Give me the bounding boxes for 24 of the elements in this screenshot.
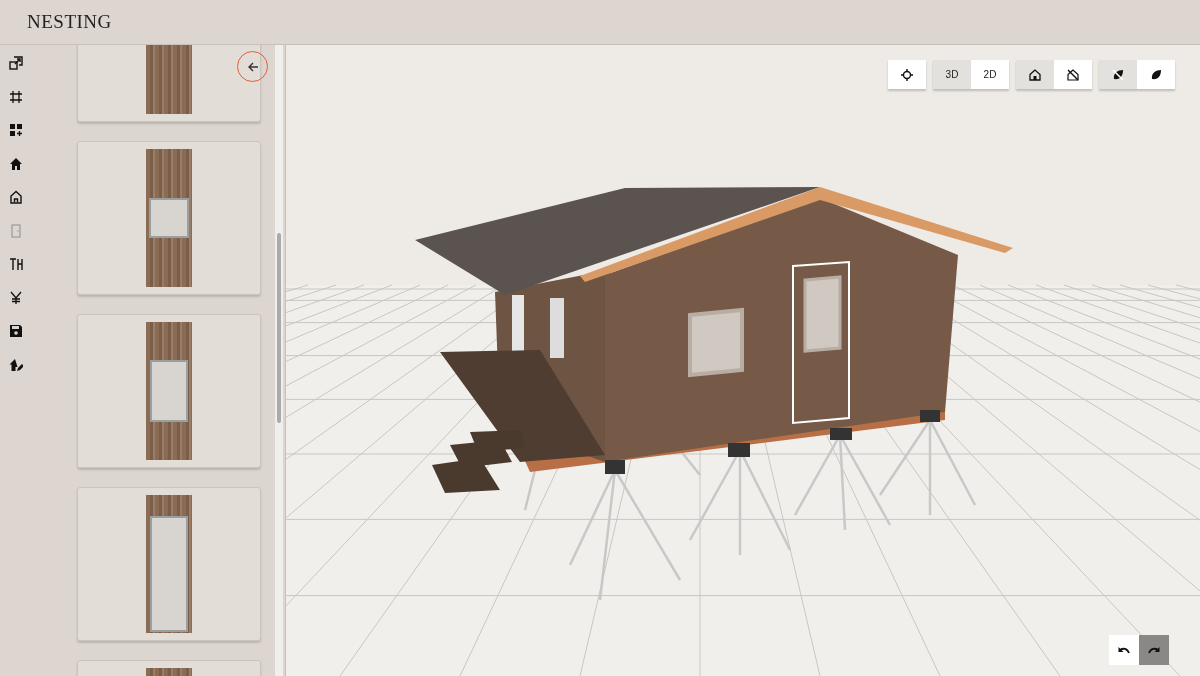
home-icon[interactable] <box>1016 60 1054 89</box>
home-outline-icon[interactable] <box>8 189 24 205</box>
wall-card[interactable] <box>77 487 261 641</box>
home-off-icon[interactable] <box>1054 60 1092 89</box>
undo-button[interactable] <box>1109 635 1139 665</box>
resize-icon[interactable] <box>8 55 24 71</box>
arrow-left-icon <box>246 60 259 73</box>
frame-icon[interactable] <box>8 88 24 105</box>
save-icon[interactable] <box>8 323 24 339</box>
undo-icon <box>1118 645 1130 655</box>
view-mode-tab[interactable]: 3D <box>933 60 971 89</box>
wall-card[interactable] <box>77 314 261 468</box>
add-grid-icon[interactable] <box>8 122 24 138</box>
locate-icon[interactable] <box>888 60 926 89</box>
view-mode-tab[interactable]: 2D <box>971 60 1009 89</box>
scrollbar[interactable] <box>275 45 283 676</box>
leaf-off-icon[interactable] <box>1099 60 1137 89</box>
app-title: NESTING <box>27 11 112 33</box>
wall-card[interactable] <box>77 141 261 295</box>
home-icon[interactable] <box>8 155 24 172</box>
yen-icon[interactable] <box>8 289 24 306</box>
redo-icon <box>1148 645 1160 655</box>
text-cursor-icon[interactable] <box>8 256 24 272</box>
leaf-icon[interactable] <box>1137 60 1175 89</box>
